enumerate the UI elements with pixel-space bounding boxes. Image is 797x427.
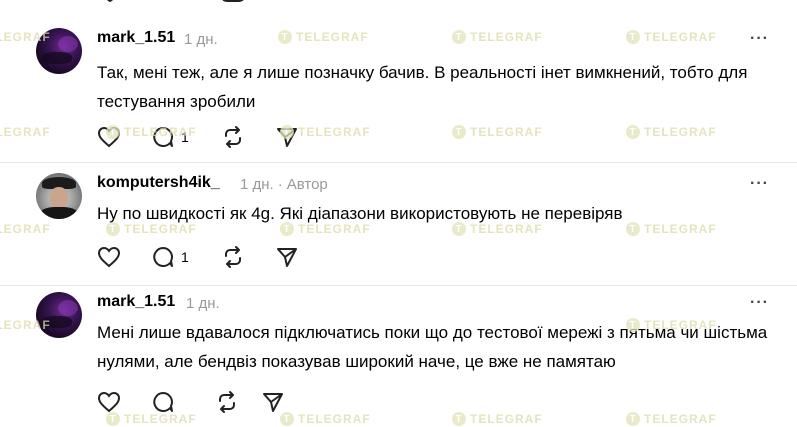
share-button[interactable] xyxy=(261,390,285,414)
reply-button[interactable] xyxy=(151,390,175,414)
heart-icon xyxy=(97,391,121,413)
send-icon xyxy=(263,393,283,412)
username[interactable]: mark_1.51 xyxy=(97,293,175,311)
avatar[interactable] xyxy=(36,292,82,338)
comment-text: Мені лише вдавалося підключатись поки що… xyxy=(97,323,768,371)
post-actions xyxy=(97,390,397,414)
repost-icon xyxy=(219,391,235,413)
repost-button[interactable] xyxy=(215,390,239,414)
comment-post: mark_1.51 1 дн. ··· Мені лише вдавалося … xyxy=(0,0,797,427)
post-time[interactable]: 1 дн. xyxy=(186,295,220,312)
more-options-icon[interactable]: ··· xyxy=(750,294,769,312)
comment-icon xyxy=(153,392,173,412)
like-button[interactable] xyxy=(97,390,121,414)
